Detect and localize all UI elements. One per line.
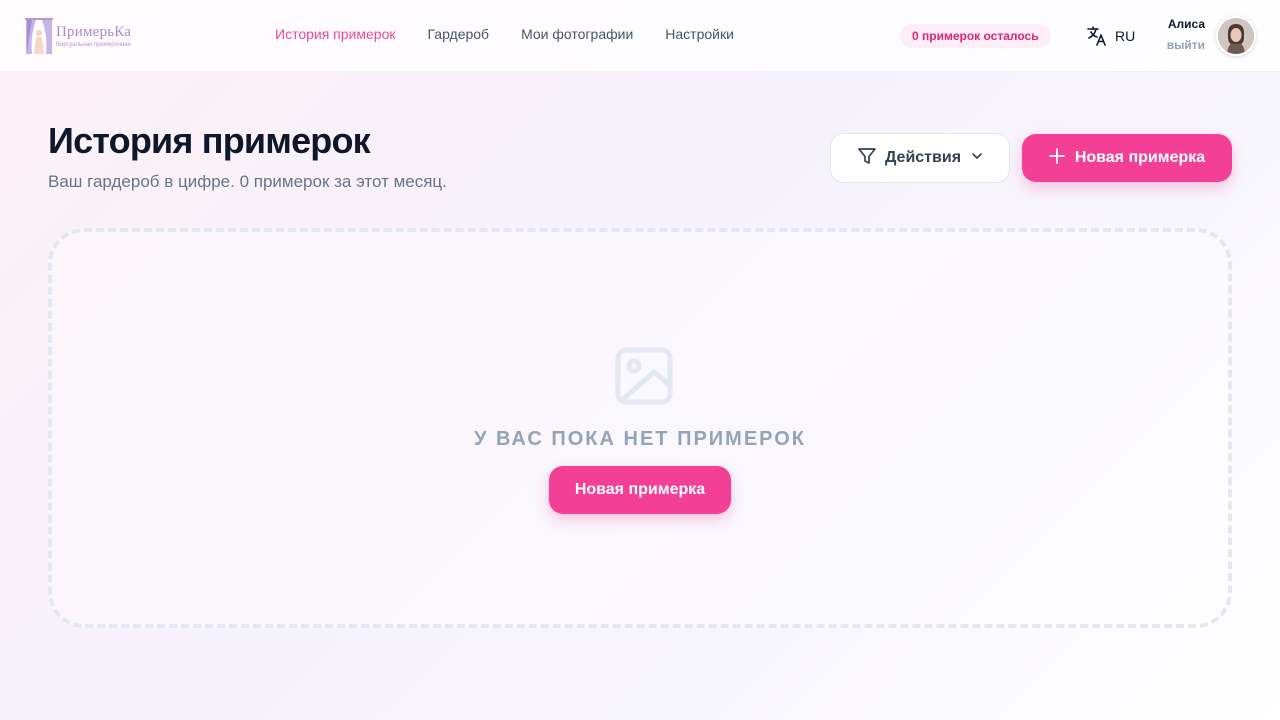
actions-label: Действия [884,149,962,166]
nav-item-history[interactable]: История примерок [275,26,395,42]
page-title: История примерок [48,120,371,161]
plus-icon [1048,147,1065,169]
filter-icon [857,146,877,171]
actions-dropdown-button[interactable]: Действия [830,133,1010,183]
nav-item-settings[interactable]: Настройки [665,26,734,42]
new-tryon-button[interactable]: Новая примерка [1022,134,1232,182]
tryons-left-badge: 0 примерок осталось [900,24,1051,48]
nav-item-photos[interactable]: Мои фотографии [521,26,633,42]
page-subtitle: Ваш гардероб в цифре. 0 примерок за этот… [48,172,447,191]
brand-title: ПримерьКа [56,23,132,40]
nav-item-wardrobe[interactable]: Гардероб [427,26,489,42]
logout-link[interactable]: выйти [1150,36,1205,54]
avatar[interactable] [1216,16,1256,56]
brand-logo[interactable]: ПримерьКа Виртуальная примерочная [24,16,139,56]
image-placeholder-icon [612,344,676,408]
user-name: Алиса [1167,17,1205,31]
main-nav: История примерок Гардероб Мои фотографии… [275,26,766,42]
chevron-down-icon [971,149,983,167]
empty-state-new-tryon-button[interactable]: Новая примерка [549,466,731,514]
user-info: Алиса выйти [1150,16,1205,54]
empty-state-panel: У ВАС ПОКА НЕТ ПРИМЕРОК Новая примерка [48,228,1232,628]
new-tryon-label: Новая примерка [1074,149,1206,166]
language-switcher[interactable]: RU [1087,25,1135,47]
language-code: RU [1115,28,1136,44]
brand-subtitle: Виртуальная примерочная [56,41,131,48]
empty-state-message: У ВАС ПОКА НЕТ ПРИМЕРОК [473,428,806,450]
top-header: ПримерьКа Виртуальная примерочная Истори… [0,0,1280,72]
curtain-logo-icon [24,17,54,55]
translate-icon [1087,25,1107,47]
